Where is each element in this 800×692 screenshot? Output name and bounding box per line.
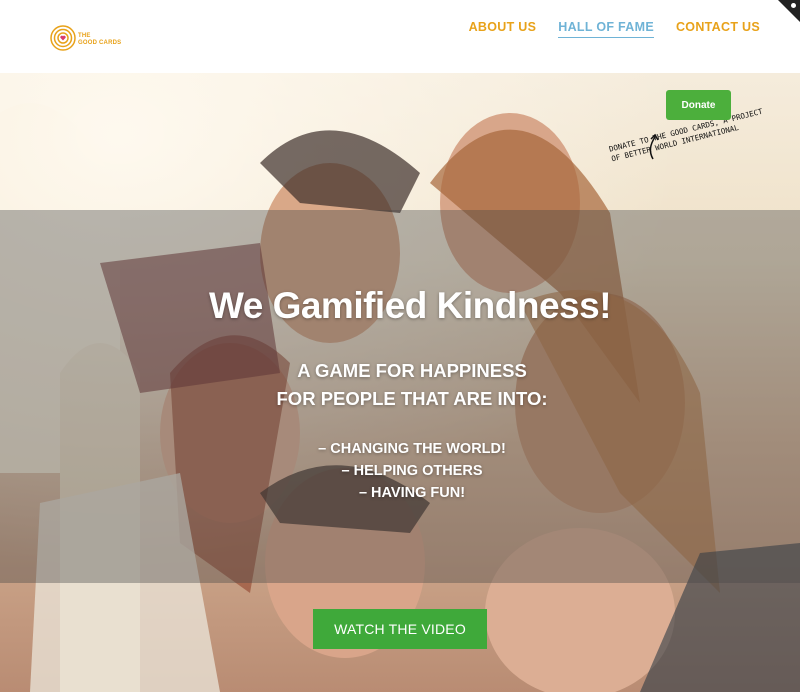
logo[interactable]: THE GOOD CARDS xyxy=(50,25,140,55)
main-nav: ABOUT US HALL OF FAME CONTACT US xyxy=(469,20,760,38)
site-header: THE GOOD CARDS ABOUT US HALL OF FAME CON… xyxy=(0,0,800,73)
corner-dot-icon xyxy=(791,3,796,8)
subhead-line2: FOR PEOPLE THAT ARE INTO: xyxy=(276,388,548,409)
subhead-line1: A GAME FOR HAPPINESS xyxy=(297,360,527,381)
nav-about-us[interactable]: ABOUT US xyxy=(469,20,537,38)
nav-contact-us[interactable]: CONTACT US xyxy=(676,20,760,38)
hero-section: Donate Donate to the Good Cards, a proje… xyxy=(0,73,800,692)
list-item: – HAVING FUN! xyxy=(358,485,466,501)
list-item: – CHANGING THE WORLD! xyxy=(318,441,506,457)
logo-line2: GOOD CARDS xyxy=(78,40,122,46)
logo-text: THE GOOD CARDS xyxy=(78,33,121,46)
concentric-rings-heart-icon xyxy=(50,25,76,51)
nav-hall-of-fame[interactable]: HALL OF FAME xyxy=(558,20,654,38)
hero-subheadline: A GAME FOR HAPPINESS FOR PEOPLE THAT ARE… xyxy=(0,357,800,413)
logo-line1: THE xyxy=(78,33,91,39)
list-item: – HELPING OTHERS xyxy=(341,463,483,479)
hero-headline: We Gamified Kindness! xyxy=(208,285,612,326)
corner-ribbon[interactable] xyxy=(778,0,800,22)
interest-list: – CHANGING THE WORLD! – HELPING OTHERS –… xyxy=(0,438,800,504)
donate-button[interactable]: Donate xyxy=(666,90,731,120)
watch-video-button[interactable]: WATCH THE VIDEO xyxy=(313,609,487,649)
